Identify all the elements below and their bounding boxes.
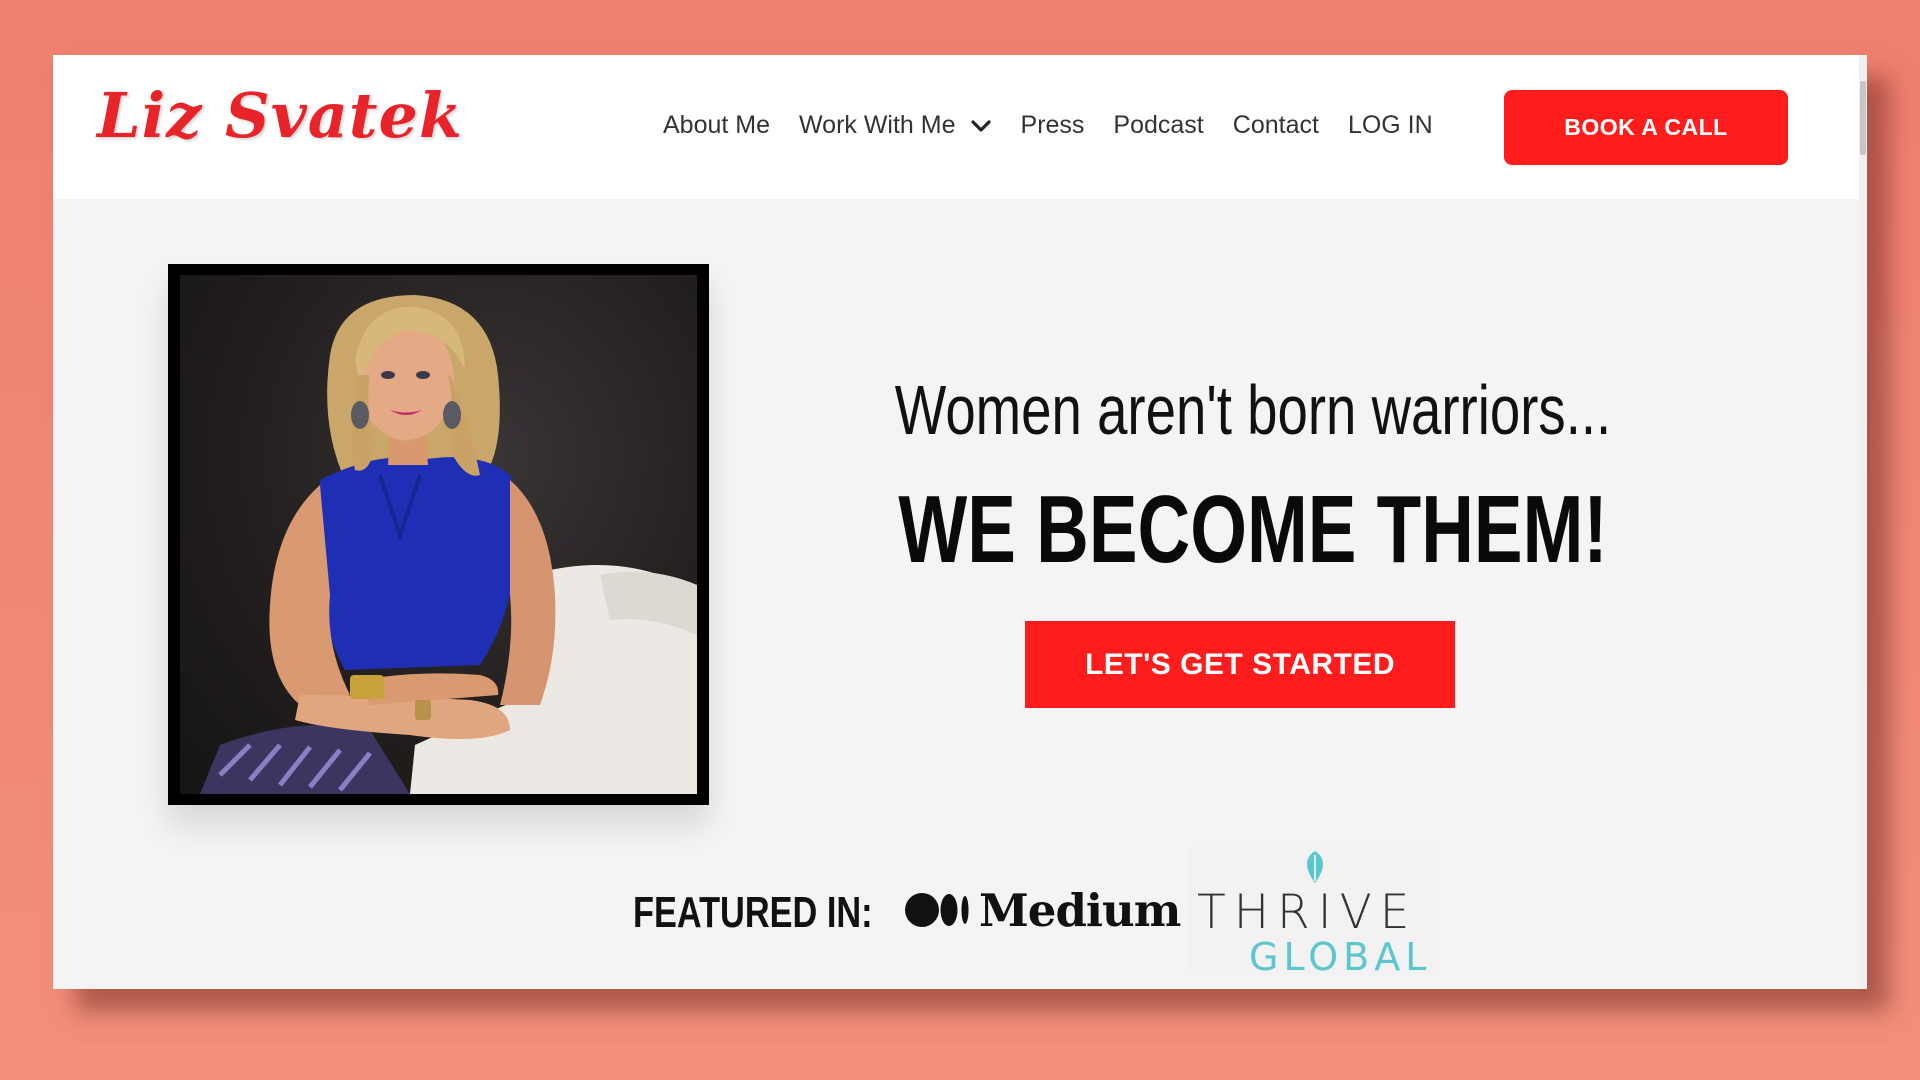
medium-logo[interactable]: Medium — [905, 881, 1181, 939]
nav-press-label: Press — [1020, 111, 1085, 139]
browser-window: Liz Svatek About Me Work With Me Press P… — [53, 55, 1867, 989]
nav-contact-label: Contact — [1232, 111, 1319, 139]
main-nav: About Me Work With Me Press Podcast Cont… — [663, 111, 1462, 140]
hero-headline-line-1: Women aren't born warriors... — [894, 371, 1612, 449]
global-logo-text: GLOBAL — [1249, 935, 1432, 979]
lets-get-started-button[interactable]: LET'S GET STARTED — [1025, 621, 1455, 708]
nav-work-with-me[interactable]: Work With Me — [799, 111, 992, 140]
medium-logo-text: Medium — [979, 883, 1181, 937]
thrive-leaf-icon — [1307, 851, 1323, 883]
scrollbar[interactable] — [1859, 55, 1867, 989]
chevron-down-icon — [970, 119, 991, 132]
hero-portrait-photo — [180, 275, 697, 794]
book-a-call-button[interactable]: BOOK A CALL — [1504, 90, 1788, 165]
thrive-global-logo[interactable]: THRIVE GLOBAL — [1189, 847, 1439, 979]
nav-log-in[interactable]: LOG IN — [1348, 111, 1433, 140]
nav-log-in-label: LOG IN — [1347, 111, 1433, 139]
featured-in-label: FEATURED IN: — [633, 888, 873, 937]
nav-about-me-label: About Me — [663, 111, 771, 139]
medium-mark-icon — [905, 893, 969, 927]
hero-headline-line-2: WE BECOME THEM! — [898, 476, 1608, 583]
nav-work-with-me-label: Work With Me — [799, 111, 956, 139]
portrait-illustration — [200, 295, 697, 794]
site-logo[interactable]: Liz Svatek — [97, 79, 463, 152]
nav-press[interactable]: Press — [1021, 111, 1085, 140]
site-header: Liz Svatek About Me Work With Me Press P… — [53, 55, 1861, 199]
nav-contact[interactable]: Contact — [1233, 111, 1319, 140]
scrollbar-thumb[interactable] — [1860, 81, 1866, 155]
thrive-logo-text: THRIVE — [1197, 885, 1418, 940]
hero-photo-frame — [168, 264, 709, 805]
nav-podcast[interactable]: Podcast — [1113, 111, 1203, 140]
nav-about-me[interactable]: About Me — [663, 111, 770, 140]
nav-podcast-label: Podcast — [1113, 111, 1204, 139]
